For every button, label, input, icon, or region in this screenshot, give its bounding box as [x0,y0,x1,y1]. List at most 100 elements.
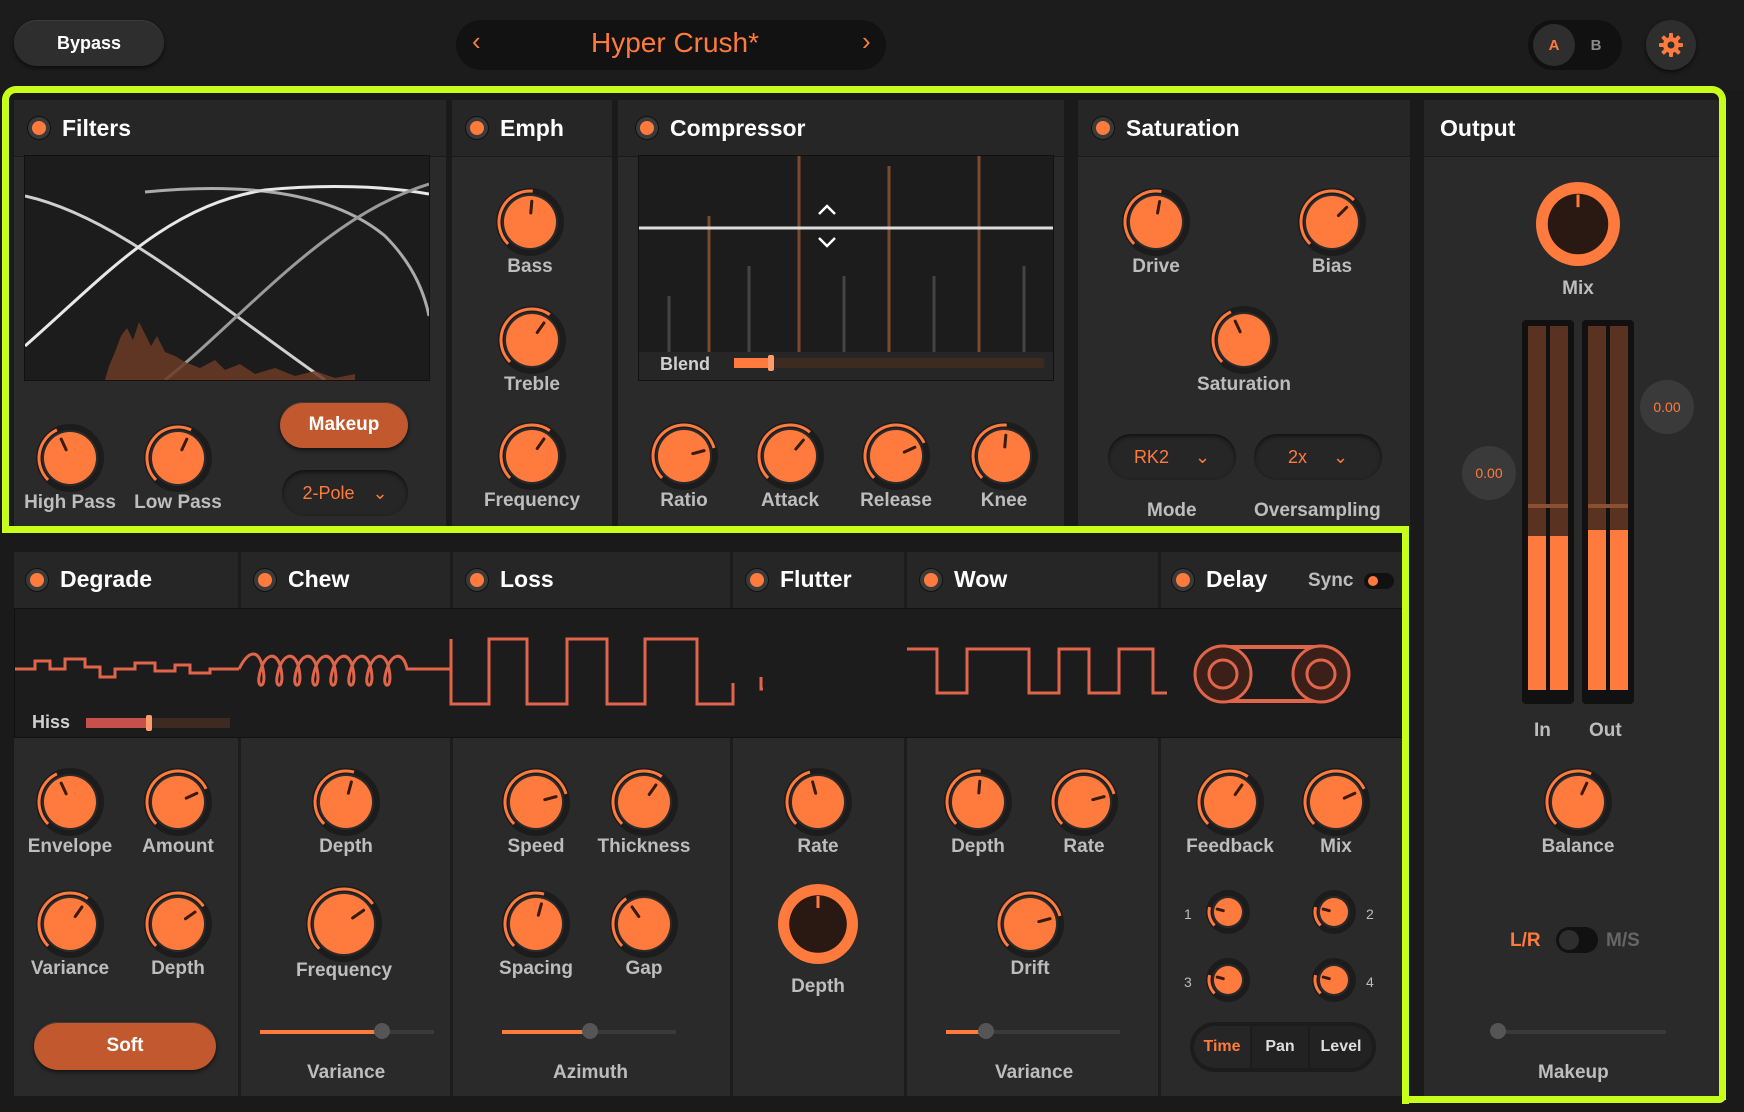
wow-rate-knob[interactable] [1048,766,1120,838]
saturation-knob[interactable] [1208,304,1280,376]
chevron-down-icon: ⌄ [1332,446,1349,467]
azimuth-label: Azimuth [553,1062,628,1083]
chevron-down-icon: ⌄ [372,482,388,503]
bypass-button[interactable]: Bypass [14,20,164,66]
wow-enable-led[interactable] [920,568,942,591]
makeup-button[interactable]: Makeup [280,402,408,448]
knee-knob[interactable] [968,420,1040,492]
depth-label: Depth [151,958,205,979]
thickness-knob[interactable] [608,766,680,838]
low-pass-label: Low Pass [134,492,222,513]
ab-b-button[interactable]: B [1575,24,1617,66]
ratio-knob[interactable] [648,420,720,492]
ab-a-button[interactable]: A [1533,24,1575,66]
degrade-enable-led[interactable] [26,568,48,591]
tap-4-knob[interactable] [1310,956,1358,1004]
chew-variance-handle[interactable] [374,1023,390,1039]
next-preset-button[interactable]: › [862,26,882,62]
emph-enable-led[interactable] [466,117,488,139]
sync-toggle[interactable] [1364,573,1394,589]
compressor-display[interactable] [638,155,1054,381]
ms-label[interactable]: M/S [1606,930,1640,952]
highlight-divider [2,526,1402,533]
mode-value: RK2 [1133,446,1169,467]
tab-pan[interactable]: Pan [1252,1026,1308,1068]
pole-dropdown[interactable]: 2-Pole ⌄ [282,470,408,516]
mix-knob[interactable] [1530,176,1626,277]
frequency-knob[interactable] [496,420,568,492]
high-pass-knob[interactable] [34,422,106,494]
attack-knob[interactable] [754,420,826,492]
blend-slider-handle[interactable] [768,355,774,371]
feedback-knob[interactable] [1194,766,1266,838]
tap-3-knob[interactable] [1204,956,1252,1004]
chew-enable-led[interactable] [254,568,276,591]
output-makeup-label: Makeup [1538,1062,1609,1083]
loss-enable-led[interactable] [466,568,488,591]
oversampling-label: Oversampling [1254,500,1381,521]
spacing-knob[interactable] [500,888,572,960]
compressor-enable-led[interactable] [636,117,658,139]
blend-slider[interactable] [734,358,1044,368]
treble-knob[interactable] [496,304,568,376]
mode-dropdown[interactable]: RK2 ⌄ [1108,434,1236,480]
release-knob[interactable] [860,420,932,492]
lr-ms-toggle[interactable] [1556,927,1598,953]
wow-variance-slider[interactable] [946,1030,1120,1034]
highlight-right-edge [1719,526,1726,1100]
input-gain-value[interactable]: 0.00 [1462,446,1516,500]
filter-response-display[interactable] [24,155,431,382]
bass-knob[interactable] [494,186,566,258]
chew-frequency-knob[interactable] [304,884,384,964]
compressor-spikes [639,156,1053,380]
wow-header: Wow [920,566,1007,593]
flutter-depth-knob[interactable] [772,878,864,975]
output-makeup-slider[interactable] [1492,1030,1666,1034]
saturation-enable-led[interactable] [1092,117,1114,139]
lr-label[interactable]: L/R [1510,930,1541,952]
drift-knob[interactable] [994,888,1066,960]
depth-knob[interactable] [142,888,214,960]
loss-title: Loss [500,566,554,592]
filters-enable-led[interactable] [28,117,50,139]
speed-knob[interactable] [500,766,572,838]
oversampling-dropdown[interactable]: 2x ⌄ [1254,434,1382,480]
wow-rate-label: Rate [1063,836,1105,857]
flutter-enable-led[interactable] [746,568,768,591]
tap-2-knob[interactable] [1310,888,1358,936]
input-meter [1522,320,1574,704]
flutter-rate-knob[interactable] [782,766,854,838]
balance-knob[interactable] [1542,766,1614,838]
delay-enable-led[interactable] [1172,568,1194,591]
chew-variance-label: Variance [307,1062,386,1083]
tab-time[interactable]: Time [1194,1026,1250,1068]
output-gain-value[interactable]: 0.00 [1640,380,1694,434]
tab-level[interactable]: Level [1310,1026,1372,1068]
bias-knob[interactable] [1296,186,1368,258]
output-makeup-handle[interactable] [1490,1023,1506,1039]
tap-1-knob[interactable] [1204,888,1252,936]
prev-preset-button[interactable]: ‹ [472,26,492,62]
low-pass-knob[interactable] [142,422,214,494]
variance-knob[interactable] [34,888,106,960]
preset-name: Hyper Crush* [590,27,760,58]
envelope-knob[interactable] [34,766,106,838]
pole-value: 2-Pole [302,482,355,503]
output-title: Output [1440,114,1516,141]
soft-button[interactable]: Soft [34,1022,216,1070]
wow-variance-handle[interactable] [978,1023,994,1039]
wow-depth-knob[interactable] [942,766,1014,838]
azimuth-handle[interactable] [582,1023,598,1039]
chew-depth-knob[interactable] [310,766,382,838]
delay-mix-knob[interactable] [1300,766,1372,838]
balance-label: Balance [1541,836,1615,857]
amount-knob[interactable] [142,766,214,838]
drive-knob[interactable] [1120,186,1192,258]
flutter-rate-label: Rate [797,836,839,857]
gap-knob[interactable] [608,888,680,960]
chew-variance-slider[interactable] [260,1030,434,1034]
settings-button[interactable] [1646,20,1696,70]
hiss-slider-handle[interactable] [146,715,152,731]
hiss-slider[interactable] [86,718,230,728]
gap-label: Gap [625,958,663,979]
